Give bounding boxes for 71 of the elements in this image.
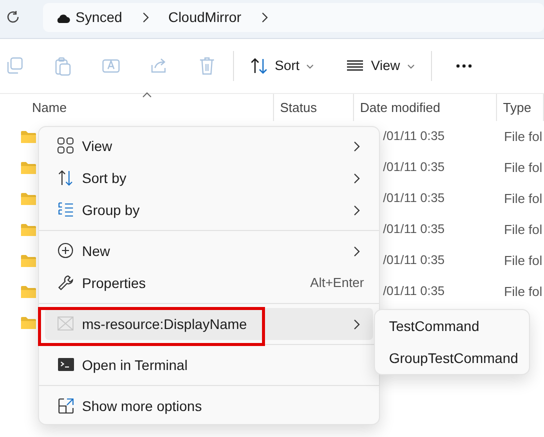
menu-item-label: Sort by bbox=[82, 168, 128, 188]
chevron-icon bbox=[353, 204, 360, 216]
breadcrumb-item[interactable]: Synced bbox=[76, 7, 122, 28]
sort-icon bbox=[250, 57, 268, 75]
cloud-icon bbox=[55, 12, 70, 22]
menu-item-label: New bbox=[82, 242, 112, 260]
table-cell-text: File fol bbox=[504, 252, 542, 270]
plus-icon bbox=[57, 242, 75, 260]
sort-button[interactable]: Sort bbox=[242, 48, 322, 84]
menu-item-label: Group by bbox=[82, 200, 141, 220]
table-cell-text: /01/11 0:35 bbox=[383, 128, 446, 146]
menu-item-label: ms-resource:DisplayName bbox=[82, 314, 248, 334]
chevron-icon bbox=[142, 12, 149, 23]
terminal-icon bbox=[57, 356, 75, 374]
menu-item[interactable]: TestCommand bbox=[375, 310, 529, 342]
wrench-icon bbox=[57, 274, 75, 292]
column-header[interactable]: Type bbox=[497, 94, 544, 121]
menu-item[interactable]: ms-resource:DisplayName bbox=[45, 308, 373, 340]
refresh-icon[interactable] bbox=[6, 10, 20, 24]
delete-icon bbox=[197, 56, 217, 76]
shortcut-text: Alt+Enter bbox=[310, 274, 364, 292]
copy-icon bbox=[5, 56, 25, 76]
table-cell-text: /01/11 0:35 bbox=[383, 159, 446, 176]
sort-caret-icon bbox=[142, 92, 152, 98]
column-header[interactable]: Date modified bbox=[354, 94, 497, 121]
menu-item-label: Properties bbox=[82, 274, 147, 293]
sort-icon bbox=[57, 169, 75, 187]
chevron-icon bbox=[353, 172, 360, 184]
menu-item[interactable]: Sort by bbox=[45, 162, 373, 194]
folder-icon bbox=[20, 192, 37, 206]
table-cell-text: /01/11 0:35 bbox=[383, 221, 446, 238]
menu-item-label: Show more options bbox=[82, 396, 203, 416]
caret-icon bbox=[406, 64, 415, 68]
placeholder-icon bbox=[57, 315, 75, 333]
menu-item[interactable]: New bbox=[45, 235, 373, 267]
expand-icon bbox=[57, 397, 75, 415]
table-cell-text: /01/11 0:35 bbox=[383, 283, 446, 300]
folder-icon bbox=[20, 254, 37, 268]
menu-item[interactable]: Group by bbox=[45, 194, 373, 226]
list-icon bbox=[57, 201, 75, 219]
chevron-icon bbox=[260, 12, 268, 23]
caret-icon bbox=[306, 64, 314, 68]
table-cell-text: File fol bbox=[504, 158, 542, 177]
grid-icon bbox=[57, 137, 75, 155]
table-cell-text: File fol bbox=[504, 220, 542, 239]
menu-item-label: Open in Terminal bbox=[82, 356, 189, 375]
chevron-icon bbox=[353, 140, 360, 152]
chevron-icon bbox=[353, 246, 360, 256]
more-icon bbox=[456, 64, 472, 68]
menu-item[interactable]: Properties Alt+Enter bbox=[45, 267, 373, 299]
breadcrumb-item[interactable]: CloudMirror bbox=[168, 7, 242, 28]
column-header[interactable]: Status bbox=[274, 94, 354, 121]
table-cell-text: /01/11 0:35 bbox=[383, 252, 446, 270]
menu-item[interactable]: Open in Terminal bbox=[45, 349, 373, 381]
paste-icon bbox=[53, 56, 73, 76]
folder-icon bbox=[20, 130, 37, 144]
menu-item[interactable]: View bbox=[45, 130, 373, 162]
table-cell-text: File fol bbox=[504, 128, 542, 146]
menu-item[interactable]: Show more options bbox=[45, 390, 373, 422]
column-header[interactable]: Name bbox=[0, 94, 274, 121]
folder-icon bbox=[20, 222, 37, 236]
chevron-icon bbox=[353, 318, 360, 330]
table-cell-text: File fol bbox=[504, 190, 542, 208]
folder-icon bbox=[20, 284, 37, 298]
menu-item-label: View bbox=[82, 136, 114, 156]
table-cell-text: /01/11 0:35 bbox=[383, 190, 446, 208]
table-cell-text: File fol bbox=[504, 282, 542, 301]
view-button[interactable]: View bbox=[338, 48, 423, 84]
folder-icon bbox=[20, 316, 37, 330]
menu-item[interactable]: GroupTestCommand bbox=[375, 342, 529, 374]
folder-icon bbox=[20, 160, 37, 174]
